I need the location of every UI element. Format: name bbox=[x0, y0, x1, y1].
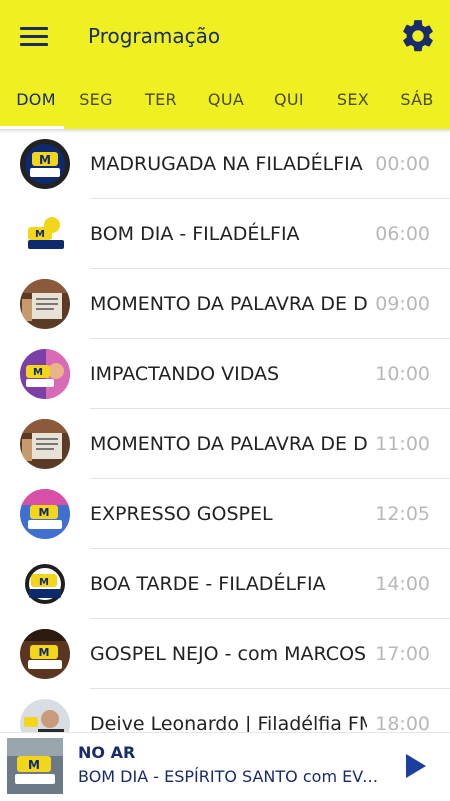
tab-sex[interactable]: SEX bbox=[317, 85, 389, 129]
program-time: 10:00 bbox=[375, 363, 430, 385]
now-playing-title: BOM DIA - ESPÍRITO SANTO com EVANDRO bbox=[78, 767, 383, 786]
tab-qua[interactable]: QUA bbox=[190, 85, 262, 129]
program-logo-icon: M bbox=[20, 349, 70, 399]
tab-qui[interactable]: QUI bbox=[253, 85, 325, 129]
svg-text:M: M bbox=[39, 646, 50, 659]
program-logo-icon: M bbox=[20, 489, 70, 539]
program-name: IMPACTANDO VIDAS bbox=[90, 363, 280, 385]
on-air-label: NO AR bbox=[78, 743, 136, 762]
program-name: BOM DIA - FILADÉLFIA bbox=[90, 223, 300, 245]
program-name: GOSPEL NEJO - com MARCOS VINICIUS bbox=[90, 643, 367, 665]
schedule-list[interactable]: M MADRUGADA NA FILADÉLFIA 00:00 M BOM DI… bbox=[0, 129, 450, 732]
page-title: Programação bbox=[88, 24, 221, 48]
gear-icon[interactable] bbox=[399, 17, 437, 55]
schedule-row[interactable]: M MADRUGADA NA FILADÉLFIA 00:00 bbox=[0, 129, 450, 199]
schedule-row[interactable]: M GOSPEL NEJO - com MARCOS VINICIUS 17:0… bbox=[0, 619, 450, 689]
tab-ter[interactable]: TER bbox=[125, 85, 197, 129]
tab-seg[interactable]: SEG bbox=[60, 85, 132, 129]
schedule-row[interactable]: M BOM DIA - FILADÉLFIA 06:00 bbox=[0, 199, 450, 269]
program-name: Deive Leonardo | Filadélfia FM bbox=[90, 713, 367, 732]
program-time: 11:00 bbox=[375, 433, 430, 455]
svg-text:M: M bbox=[35, 229, 45, 240]
schedule-row[interactable]: Deive Leonardo | Filadélfia FM 18:00 bbox=[0, 689, 450, 732]
app-bar: Programação DOM SEG TER QUA QUI SEX SÁB bbox=[0, 0, 450, 129]
tab-sab[interactable]: SÁB bbox=[381, 85, 450, 129]
program-name: MOMENTO DA PALAVRA DE DEUS bbox=[90, 433, 367, 455]
schedule-row[interactable]: M EXPRESSO GOSPEL 12:05 bbox=[0, 479, 450, 549]
program-name: MOMENTO DA PALAVRA DE DEUS bbox=[90, 293, 367, 315]
person-photo-icon bbox=[20, 699, 70, 732]
program-name: EXPRESSO GOSPEL bbox=[90, 503, 273, 525]
svg-text:M: M bbox=[33, 367, 43, 378]
svg-text:M: M bbox=[39, 506, 50, 519]
schedule-row[interactable]: MOMENTO DA PALAVRA DE DEUS 11:00 bbox=[0, 409, 450, 479]
program-logo-icon: M bbox=[20, 209, 70, 259]
program-name: BOA TARDE - FILADÉLFIA bbox=[90, 573, 326, 595]
program-logo-icon: M bbox=[20, 559, 70, 609]
program-time: 18:00 bbox=[375, 713, 430, 732]
now-playing-thumbnail: M bbox=[7, 738, 63, 794]
schedule-row[interactable]: MOMENTO DA PALAVRA DE DEUS 09:00 bbox=[0, 269, 450, 339]
program-time: 12:05 bbox=[375, 503, 430, 525]
program-time: 06:00 bbox=[375, 223, 430, 245]
hamburger-menu-icon[interactable] bbox=[20, 25, 50, 49]
play-icon[interactable] bbox=[400, 751, 430, 781]
program-time: 00:00 bbox=[375, 153, 430, 175]
day-tabs: DOM SEG TER QUA QUI SEX SÁB bbox=[0, 85, 450, 129]
program-logo-icon: M bbox=[20, 629, 70, 679]
svg-text:M: M bbox=[39, 153, 51, 167]
program-name: MADRUGADA NA FILADÉLFIA bbox=[90, 153, 363, 175]
book-photo-icon bbox=[20, 279, 70, 329]
svg-text:M: M bbox=[28, 758, 40, 772]
svg-text:M: M bbox=[39, 577, 49, 588]
program-time: 09:00 bbox=[375, 293, 430, 315]
program-logo-icon: M bbox=[20, 139, 70, 189]
schedule-row[interactable]: M IMPACTANDO VIDAS 10:00 bbox=[0, 339, 450, 409]
schedule-row[interactable]: M BOA TARDE - FILADÉLFIA 14:00 bbox=[0, 549, 450, 619]
book-photo-icon bbox=[20, 419, 70, 469]
now-playing-bar[interactable]: M NO AR BOM DIA - ESPÍRITO SANTO com EVA… bbox=[0, 732, 450, 801]
program-time: 17:00 bbox=[375, 643, 430, 665]
program-time: 14:00 bbox=[375, 573, 430, 595]
